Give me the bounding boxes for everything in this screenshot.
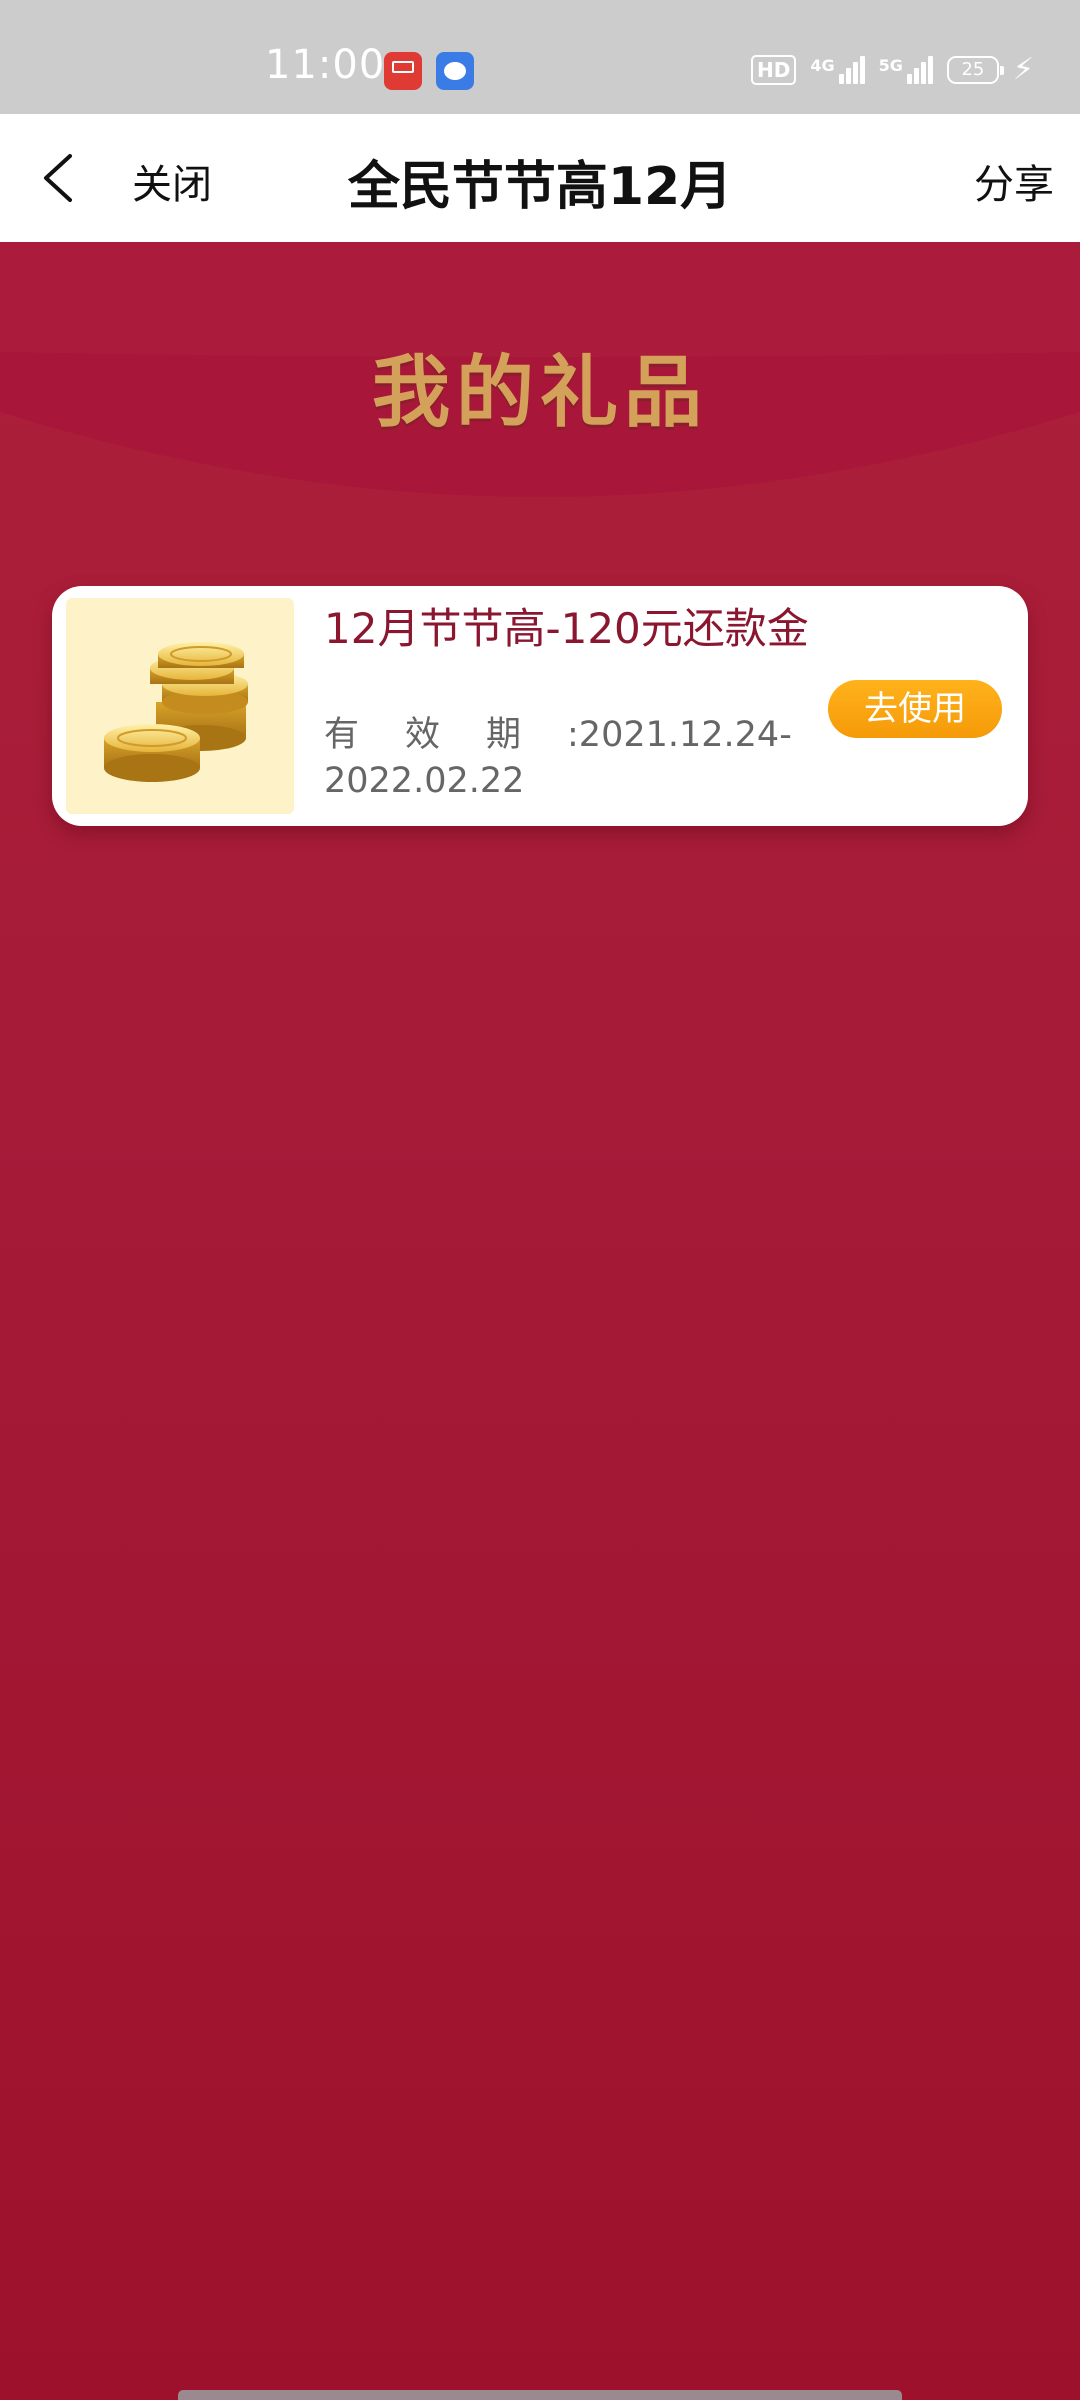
use-gift-button[interactable]: 去使用 (828, 680, 1002, 738)
main-content: 我的礼品 12月节节高-120元还款金 有效期:2021.12.24-2022.… (0, 242, 1080, 2400)
validity-label: 有效期 (324, 715, 568, 755)
calendar-icon (384, 52, 422, 90)
gold-coins-icon (104, 642, 248, 782)
network-5g-label: 5G (878, 56, 903, 75)
close-button[interactable]: 关闭 (132, 152, 212, 210)
signal-5g-icon: 5G (879, 56, 933, 84)
bottom-nav-handle[interactable] (178, 2390, 902, 2400)
section-title: 我的礼品 (371, 348, 708, 438)
gift-card: 12月节节高-120元还款金 有效期:2021.12.24-2022.02.22… (52, 586, 1028, 826)
gift-title: 12月节节高-120元还款金 (324, 604, 809, 653)
battery-icon: 25 (946, 56, 1004, 84)
gift-thumbnail (66, 598, 294, 814)
chevron-left-icon (44, 154, 72, 202)
signal-4g-icon: 4G (810, 56, 865, 84)
status-bar: 11:00 HD 4G 5G 25 ⚡ (0, 0, 1080, 114)
nav-bar: 关闭 全民节节高12月 分享 (0, 114, 1080, 242)
status-time: 11:00 (265, 42, 386, 88)
back-button[interactable] (30, 148, 90, 208)
chat-icon (436, 52, 474, 90)
network-4g-label: 4G (810, 56, 835, 75)
hd-icon: HD (751, 55, 797, 85)
gift-validity: 有效期:2021.12.24-2022.02.22 (324, 712, 869, 804)
charging-icon: ⚡ (1012, 52, 1034, 87)
status-indicators: HD 4G 5G 25 ⚡ (751, 50, 1034, 90)
share-button[interactable]: 分享 (974, 152, 1054, 210)
